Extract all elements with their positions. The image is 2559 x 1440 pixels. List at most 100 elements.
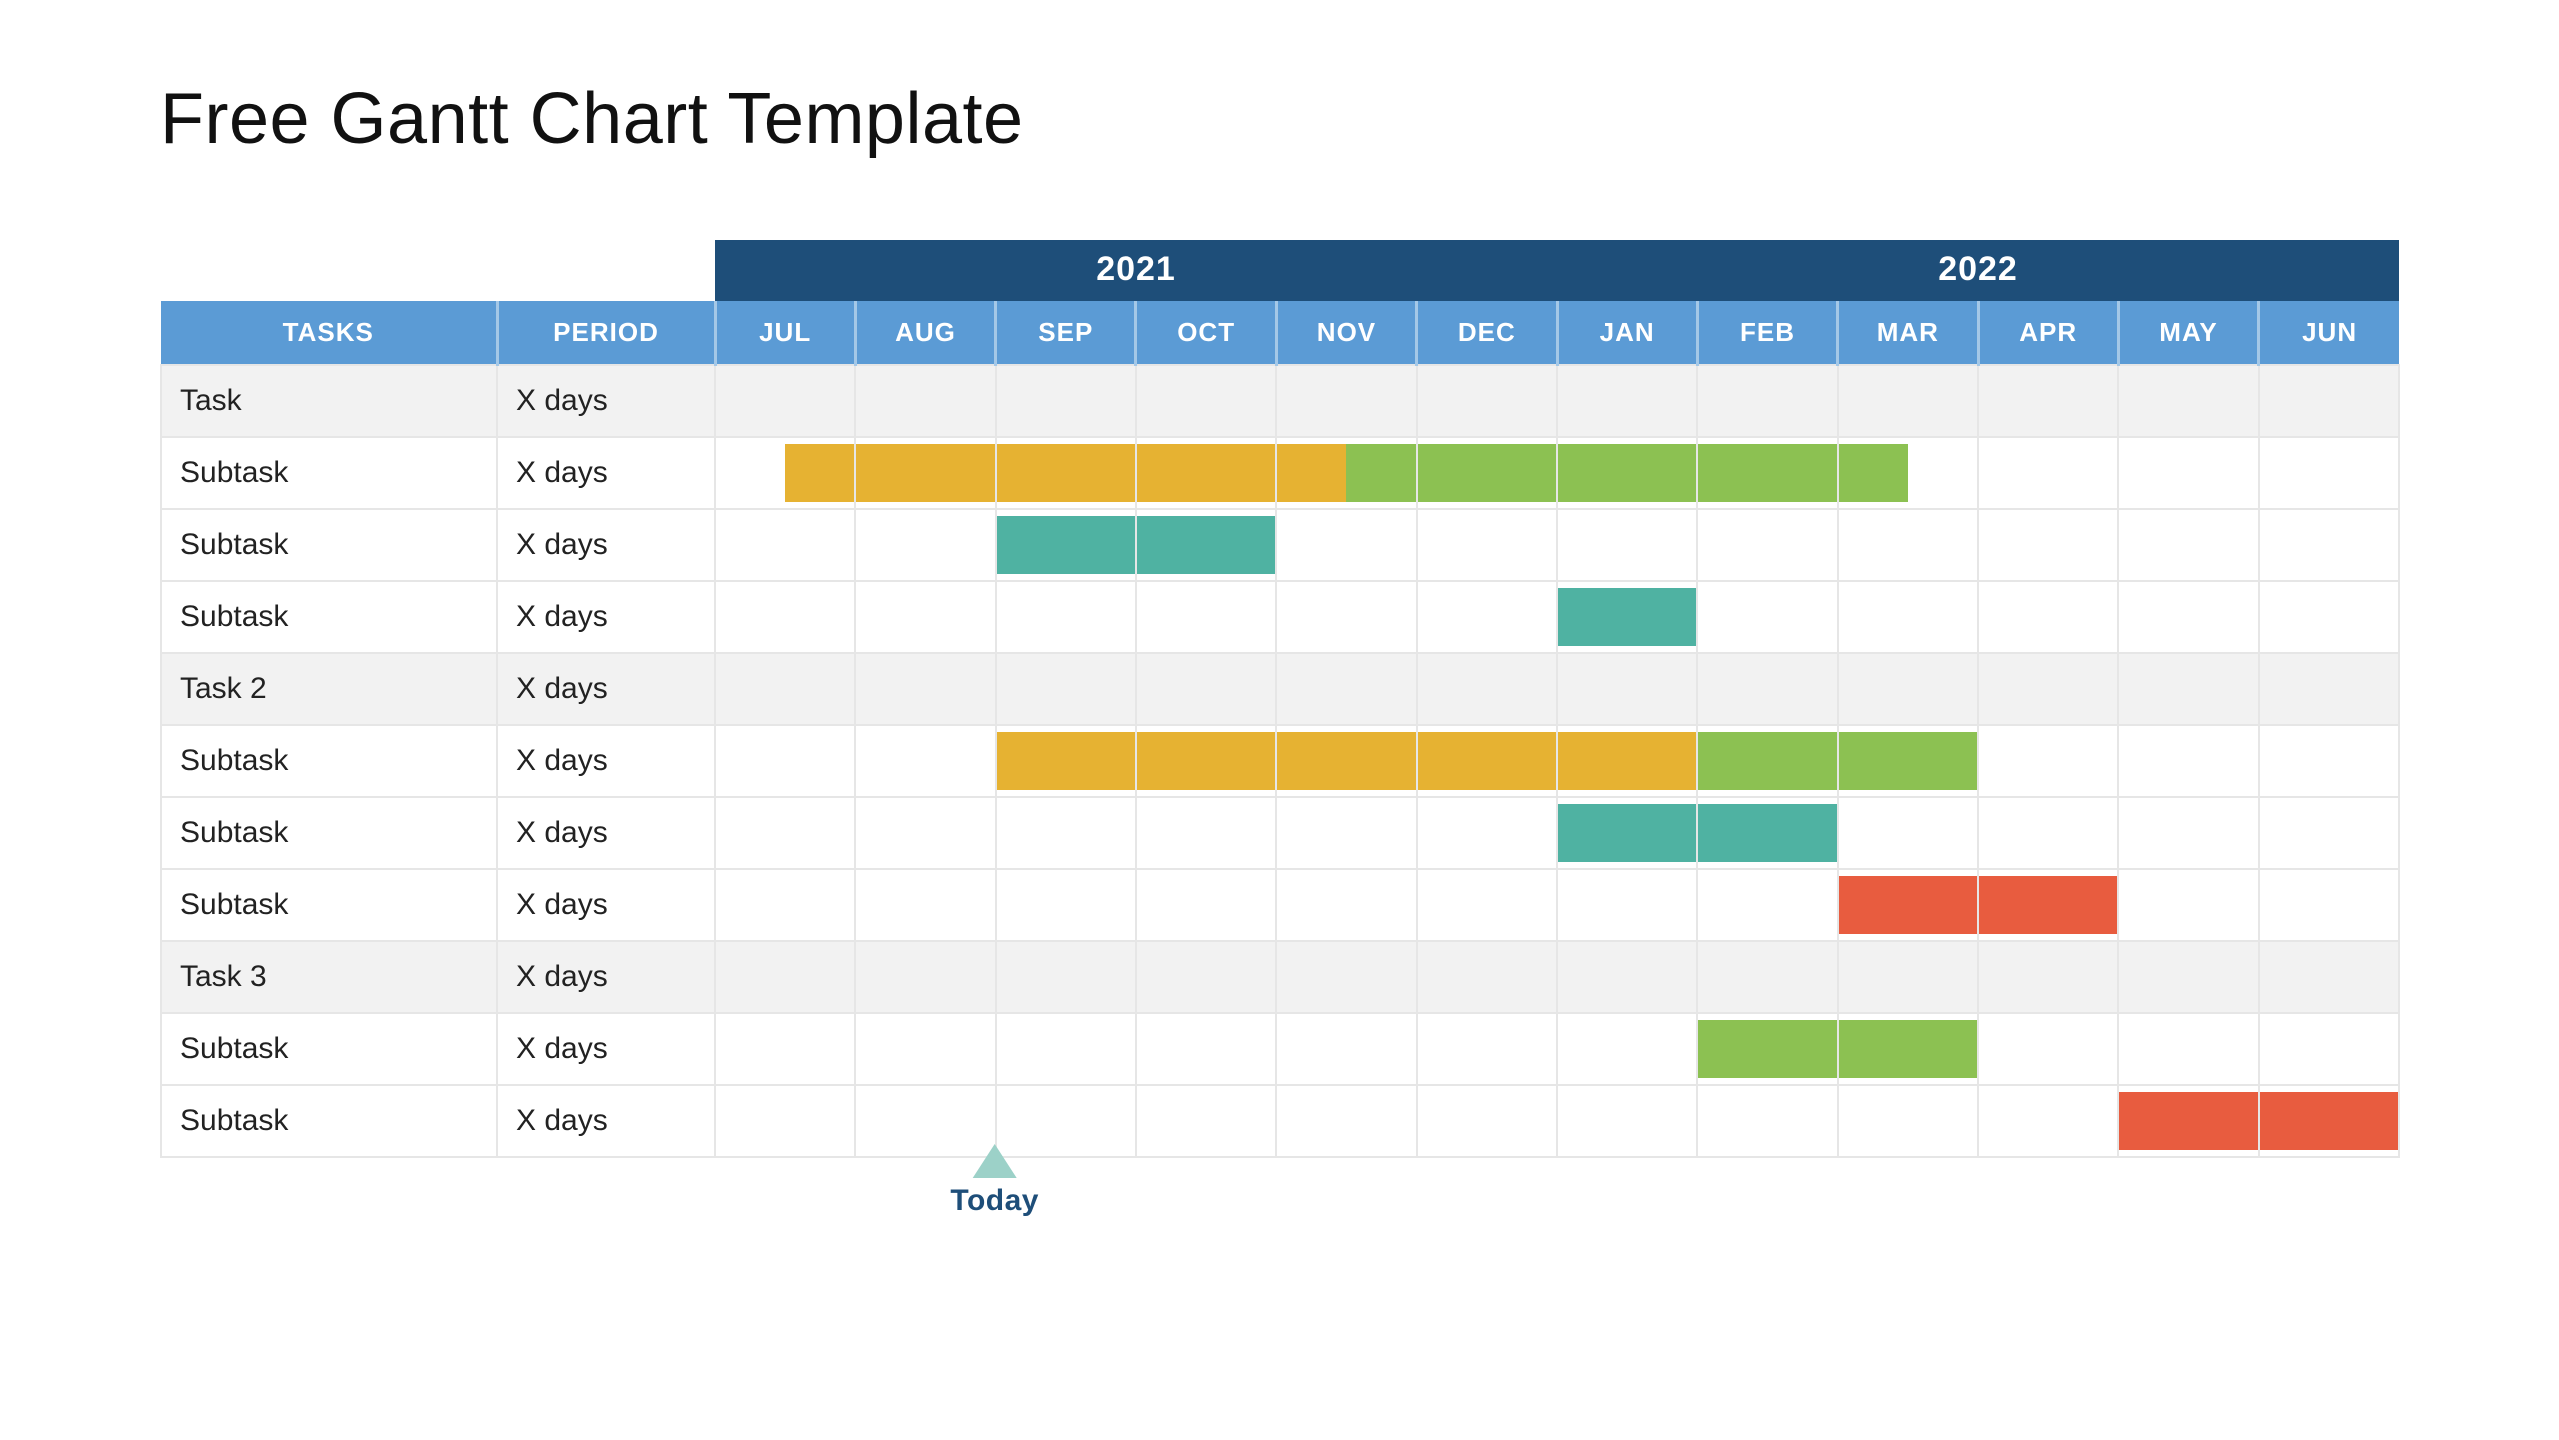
gantt-cell bbox=[1697, 1085, 1837, 1157]
gantt-bar bbox=[1418, 444, 1556, 502]
gantt-cell bbox=[1557, 1085, 1697, 1157]
gantt-cell bbox=[715, 1013, 855, 1085]
gantt-cell bbox=[2259, 653, 2399, 725]
gantt-cell bbox=[2259, 1013, 2399, 1085]
gantt-cell bbox=[2118, 365, 2258, 437]
gantt-bar bbox=[1839, 732, 1977, 790]
gantt-cell bbox=[1838, 725, 1978, 797]
gantt-cell bbox=[1697, 1013, 1837, 1085]
gantt-cell bbox=[855, 1085, 995, 1157]
gantt-cell bbox=[715, 869, 855, 941]
gantt-bar bbox=[1979, 876, 2117, 934]
gantt-cell bbox=[715, 365, 855, 437]
gantt-cell bbox=[855, 581, 995, 653]
gantt-cell bbox=[715, 1085, 855, 1157]
month-header: MAY bbox=[2118, 301, 2258, 365]
gantt-bar bbox=[997, 516, 1135, 574]
gantt-cell bbox=[1697, 437, 1837, 509]
gantt-cell bbox=[1136, 653, 1276, 725]
gantt-cell bbox=[1557, 581, 1697, 653]
gantt-cell bbox=[1978, 1013, 2118, 1085]
gantt-cell bbox=[855, 1013, 995, 1085]
gantt-cell bbox=[996, 653, 1136, 725]
gantt-cell bbox=[1417, 725, 1557, 797]
gantt-cell bbox=[855, 725, 995, 797]
gantt-cell bbox=[855, 437, 995, 509]
gantt-cell bbox=[2118, 869, 2258, 941]
month-header: SEP bbox=[996, 301, 1136, 365]
gantt-cell bbox=[715, 725, 855, 797]
month-header: DEC bbox=[1417, 301, 1557, 365]
subtask-name: Subtask bbox=[161, 869, 497, 941]
gantt-cell bbox=[1978, 1085, 2118, 1157]
subtask-name: Subtask bbox=[161, 725, 497, 797]
gantt-cell bbox=[2259, 509, 2399, 581]
gantt-cell bbox=[1697, 509, 1837, 581]
gantt-cell bbox=[1276, 869, 1416, 941]
gantt-cell bbox=[1557, 509, 1697, 581]
gantt-cell bbox=[2118, 797, 2258, 869]
gantt-cell bbox=[1697, 725, 1837, 797]
gantt-cell bbox=[1838, 1085, 1978, 1157]
month-header: AUG bbox=[855, 301, 995, 365]
gantt-cell bbox=[2259, 725, 2399, 797]
gantt-bar bbox=[1698, 804, 1836, 862]
gantt-bar bbox=[1839, 876, 1977, 934]
table-row: SubtaskX days bbox=[161, 1013, 2399, 1085]
month-header: NOV bbox=[1276, 301, 1416, 365]
gantt-cell bbox=[1136, 581, 1276, 653]
gantt-cell bbox=[1136, 1013, 1276, 1085]
gantt-bar bbox=[2119, 1092, 2257, 1150]
gantt-cell bbox=[1557, 1013, 1697, 1085]
task-name: Task 3 bbox=[161, 941, 497, 1013]
gantt-bar bbox=[1137, 732, 1275, 790]
gantt-cell bbox=[996, 869, 1136, 941]
gantt-cell bbox=[715, 509, 855, 581]
gantt-cell bbox=[1978, 653, 2118, 725]
gantt-bar bbox=[1346, 444, 1415, 502]
gantt-cell bbox=[1978, 509, 2118, 581]
gantt-cell bbox=[2118, 581, 2258, 653]
month-header: JUN bbox=[2259, 301, 2399, 365]
gantt-cell bbox=[1417, 653, 1557, 725]
period-value: X days bbox=[497, 725, 715, 797]
gantt-cell bbox=[2118, 1013, 2258, 1085]
gantt-bar bbox=[997, 444, 1135, 502]
gantt-cell bbox=[996, 1013, 1136, 1085]
gantt-cell bbox=[1417, 1013, 1557, 1085]
gantt-bar bbox=[1558, 732, 1696, 790]
gantt-cell bbox=[1978, 437, 2118, 509]
gantt-cell bbox=[1838, 509, 1978, 581]
gantt-cell bbox=[1697, 869, 1837, 941]
gantt-cell bbox=[996, 797, 1136, 869]
gantt-bar bbox=[1558, 588, 1696, 646]
gantt-cell bbox=[1276, 941, 1416, 1013]
gantt-cell bbox=[1276, 581, 1416, 653]
month-header: OCT bbox=[1136, 301, 1276, 365]
gantt-table: 20212022 TASKSPERIODJULAUGSEPOCTNOVDECJA… bbox=[160, 240, 2400, 1158]
gantt-cell bbox=[996, 581, 1136, 653]
gantt-cell bbox=[715, 941, 855, 1013]
table-row: SubtaskX days bbox=[161, 869, 2399, 941]
gantt-bar bbox=[1418, 732, 1556, 790]
gantt-cell bbox=[715, 581, 855, 653]
gantt-cell bbox=[1276, 437, 1416, 509]
gantt-cell bbox=[1417, 941, 1557, 1013]
period-column-header: PERIOD bbox=[497, 301, 715, 365]
gantt-cell bbox=[1276, 509, 1416, 581]
gantt-cell bbox=[1417, 437, 1557, 509]
gantt-cell bbox=[1276, 653, 1416, 725]
gantt-bar bbox=[785, 444, 854, 502]
gantt-bar bbox=[1698, 444, 1836, 502]
subtask-name: Subtask bbox=[161, 509, 497, 581]
gantt-bar bbox=[1137, 516, 1275, 574]
gantt-cell bbox=[1136, 1085, 1276, 1157]
gantt-bar bbox=[1277, 732, 1415, 790]
gantt-cell bbox=[1417, 509, 1557, 581]
gantt-cell bbox=[2259, 1085, 2399, 1157]
subtask-name: Subtask bbox=[161, 1013, 497, 1085]
gantt-cell bbox=[996, 941, 1136, 1013]
gantt-cell bbox=[2118, 653, 2258, 725]
table-row: Task 3X days bbox=[161, 941, 2399, 1013]
gantt-cell bbox=[1557, 653, 1697, 725]
